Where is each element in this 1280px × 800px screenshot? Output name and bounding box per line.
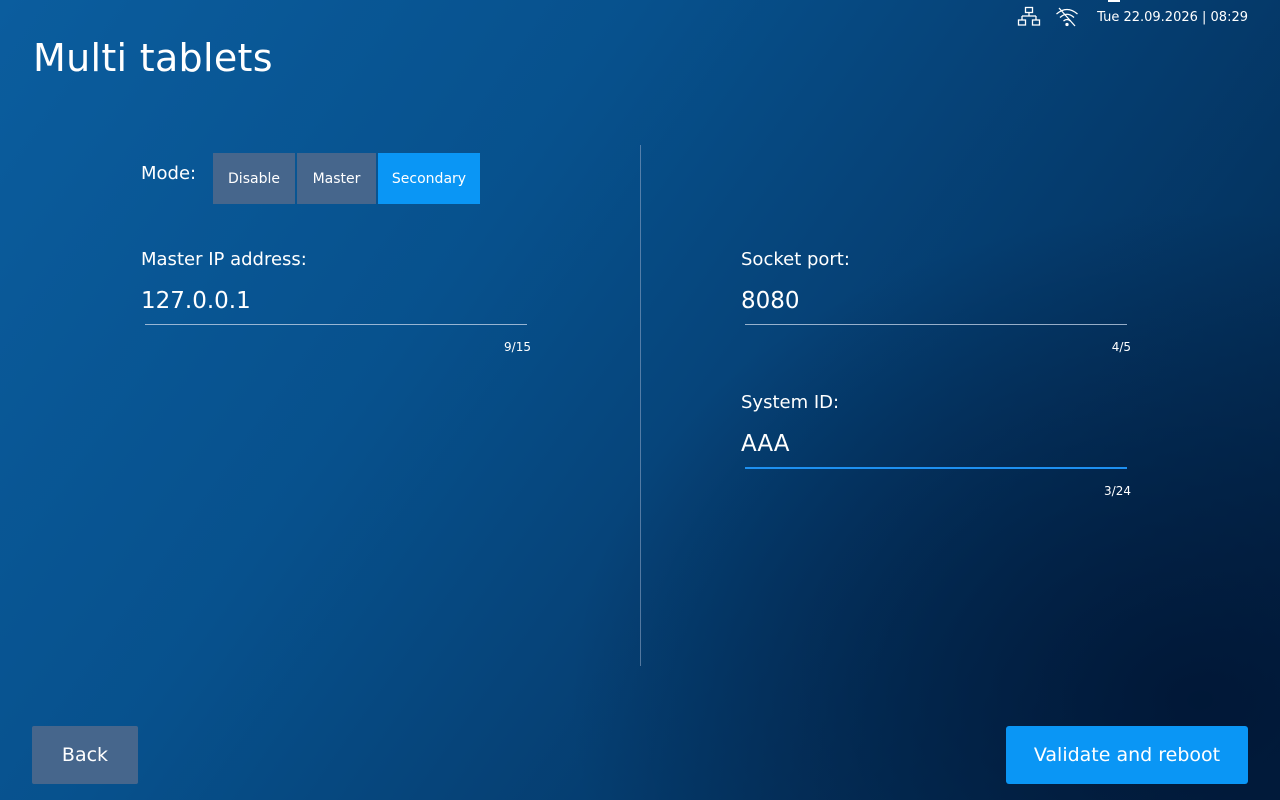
status-bar: Tue 22.09.2026 | 08:29	[1017, 4, 1248, 30]
socket-port-field: Socket port: 4/5	[741, 249, 1131, 354]
validate-and-reboot-button[interactable]: Validate and reboot	[1006, 726, 1248, 784]
back-button[interactable]: Back	[32, 726, 138, 784]
mode-label: Mode:	[141, 163, 197, 184]
socket-port-input[interactable]	[741, 288, 1123, 324]
system-id-underline	[745, 467, 1127, 469]
mode-selector: Disable Master Secondary	[213, 153, 480, 204]
page-title: Multi tablets	[33, 36, 273, 80]
system-id-label: System ID:	[741, 392, 840, 413]
master-ip-underline	[145, 324, 527, 325]
master-ip-field: Master IP address: 9/15	[141, 249, 531, 354]
master-ip-input[interactable]	[141, 288, 523, 324]
status-indicator-mark	[1108, 0, 1120, 2]
mode-secondary-button[interactable]: Secondary	[378, 153, 480, 204]
system-id-input[interactable]	[741, 431, 1123, 467]
datetime-display: Tue 22.09.2026 | 08:29	[1097, 9, 1248, 25]
system-id-counter: 3/24	[1104, 484, 1131, 498]
socket-port-label: Socket port:	[741, 249, 850, 270]
master-ip-counter: 9/15	[504, 340, 531, 354]
wifi-off-icon	[1055, 6, 1079, 28]
socket-port-counter: 4/5	[1111, 340, 1131, 354]
master-ip-label: Master IP address:	[141, 249, 307, 270]
network-icon	[1017, 6, 1041, 28]
mode-master-button[interactable]: Master	[297, 153, 376, 204]
system-id-field: System ID: 3/24	[741, 392, 1131, 498]
column-divider	[640, 145, 641, 666]
mode-disable-button[interactable]: Disable	[213, 153, 295, 204]
socket-port-underline	[745, 324, 1127, 325]
